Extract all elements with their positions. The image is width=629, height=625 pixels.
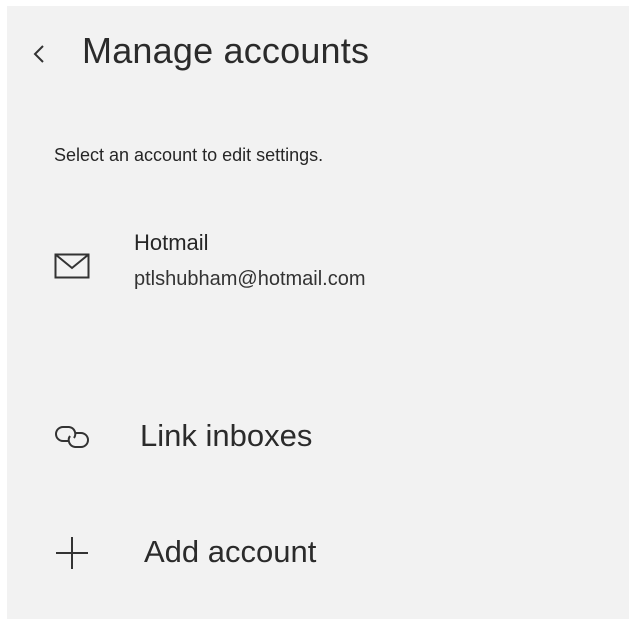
plus-icon: [56, 537, 88, 569]
account-email: ptlshubham@hotmail.com: [134, 268, 366, 290]
mail-icon: [54, 253, 90, 279]
page-title: Manage accounts: [82, 30, 370, 71]
header: Manage accounts: [7, 26, 629, 82]
account-name: Hotmail: [134, 230, 209, 255]
add-account-label: Add account: [144, 534, 317, 569]
link-inboxes-label: Link inboxes: [140, 418, 313, 453]
chevron-left-icon: [33, 45, 44, 63]
add-account-button[interactable]: Add account: [37, 518, 597, 588]
instruction-text: Select an account to edit settings.: [54, 145, 324, 165]
link-inboxes-button[interactable]: Link inboxes: [37, 402, 597, 472]
back-button[interactable]: [27, 38, 51, 70]
manage-accounts-panel: Manage accounts Select an account to edi…: [7, 6, 629, 619]
link-icon: [55, 426, 89, 448]
account-item-hotmail[interactable]: Hotmail ptlshubham@hotmail.com: [37, 216, 597, 316]
